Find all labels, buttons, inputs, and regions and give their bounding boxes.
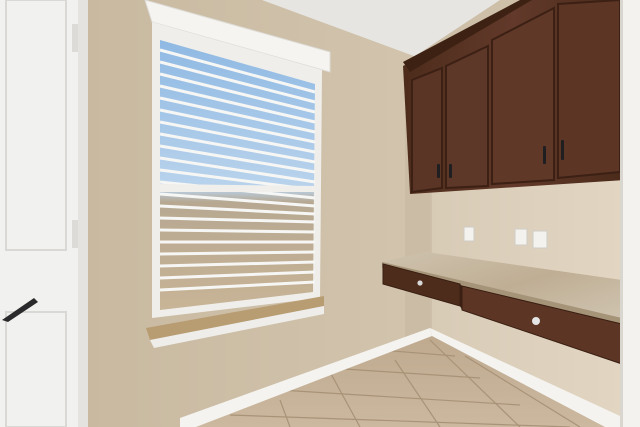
door-frame [78, 0, 88, 427]
room-scene [0, 0, 640, 427]
room-photo [0, 0, 640, 427]
cabinet-door-4[interactable] [557, 0, 621, 180]
drawer-divider [460, 284, 462, 310]
right-trim-shadow [620, 0, 623, 427]
door-hinge-mid [72, 220, 78, 248]
cabinet-door-2[interactable] [445, 44, 489, 190]
right-wall-trim [622, 0, 640, 427]
door-hinge-top [72, 24, 78, 52]
door[interactable] [0, 0, 86, 427]
